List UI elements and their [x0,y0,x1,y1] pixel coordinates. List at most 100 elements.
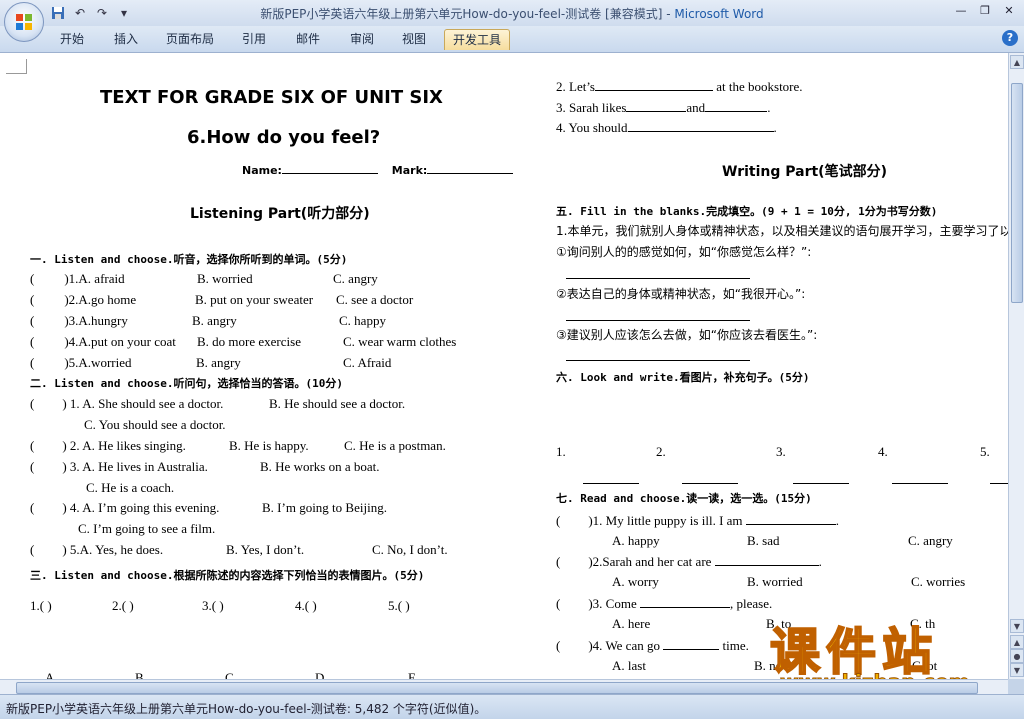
list-item: ()2.Sarah and her cat are . [556,554,822,569]
writing-part-title: Writing Part(笔试部分) [722,164,887,180]
tab-page-layout[interactable]: 页面布局 [158,29,222,49]
option-b: B. He works on a boat. [260,459,380,474]
option-b: B. worried [197,271,253,286]
option-c: C. angry [333,271,378,286]
tab-view[interactable]: 视图 [394,29,434,49]
section-5-intro: 1.本单元，我们就别人身体或精神状态，以及相关建议的语句展开学习，主要学习了以 [556,224,1008,238]
margin-corner-mark [6,59,27,74]
answer-line[interactable] [793,483,849,484]
name-label: Name: [242,164,282,177]
document-title: 新版PEP小学英语六年级上册第六单元How-do-you-feel-测试卷 [兼… [260,7,675,21]
list-item: ()5.A.worried [30,355,132,370]
option-b: B. do more exercise [197,334,301,349]
answer-line[interactable] [566,278,750,279]
tab-review[interactable]: 审阅 [342,29,382,49]
ribbon-tabs: 开始 插入 页面布局 引用 邮件 审阅 视图 开发工具 ? [0,26,1024,53]
window-title: 新版PEP小学英语六年级上册第六单元How-do-you-feel-测试卷 [兼… [0,5,1024,22]
doc-subheading: 6.How do you feel? [187,127,381,148]
answer-slot[interactable]: 2.( ) [112,598,134,614]
option-c: C. wear warm clothes [343,334,457,349]
document-page[interactable]: TEXT FOR GRADE SIX OF UNIT SIX 6.How do … [0,53,1008,679]
browse-object-icon[interactable]: ● [1010,649,1024,663]
picture-number: 2. [656,444,666,459]
list-item: ()1. My little puppy is ill. I am . [556,513,840,528]
list-item: ()4.A.put on your coat [30,334,176,349]
section-1-title: 一. Listen and choose.听音，选择你所听到的单词。(5分) [30,253,348,266]
answer-line[interactable] [566,360,750,361]
title-bar: ↶ ↷ ▾ 新版PEP小学英语六年级上册第六单元How-do-you-feel-… [0,0,1024,26]
app-name: Microsoft Word [674,7,764,21]
list-item: () 1. A. She should see a doctor. [30,396,224,411]
office-button[interactable] [4,2,44,42]
option-a: A. worry [612,574,659,589]
close-icon[interactable]: ✕ [998,1,1020,19]
office-logo-icon [16,14,32,30]
answer-slot[interactable]: 1.( ) [30,598,52,614]
list-item: ()3.A.hungry [30,313,128,328]
listening-part-title: Listening Part(听力部分) [190,206,370,222]
option-a: A. happy [612,533,660,548]
answer-line[interactable] [990,483,1008,484]
vertical-scrollbar[interactable]: ▲ ▼ ▲ ● ▼ [1008,53,1024,679]
scroll-thumb[interactable] [1011,83,1023,303]
picture-label: A [45,670,55,679]
hscroll-thumb[interactable] [16,682,978,694]
watermark-url: www.kjzhan.com [780,670,971,680]
option-c: C. He is a postman. [344,438,446,453]
picture-label: C [225,670,234,679]
watermark: 课件站 www.kjzhan.com [769,612,1008,680]
list-item: () 2. A. He likes singing. [30,438,186,453]
option-b: B. angry [192,313,237,328]
picture-label: E [408,670,416,679]
section-5-q2: ②表达自己的身体或精神状态，如“我很开心。”: [556,287,806,301]
section-2-title: 二. Listen and choose.听问句，选择恰当的答语。(10分) [30,377,343,390]
option-b: B. sad [747,533,780,548]
option-a: A. last [612,658,646,673]
option-c: C. worries [911,574,966,589]
answer-slot[interactable]: 4.( ) [295,598,317,614]
scroll-up-icon[interactable]: ▲ [1010,55,1024,69]
tab-developer[interactable]: 开发工具 [444,29,511,50]
answer-line[interactable] [682,483,738,484]
list-item: ()3. Come , please. [556,596,773,611]
minimize-icon[interactable]: — [950,1,972,19]
option-a: A. here [612,616,651,631]
prev-page-icon[interactable]: ▲ [1010,635,1024,649]
answer-slot[interactable]: 5.( ) [388,598,410,614]
picture-number: 3. [776,444,786,459]
status-bar: 新版PEP小学英语六年级上册第六单元How-do-you-feel-测试卷: 5… [0,694,1024,719]
section-6-title: 六. Look and write.看图片，补充句子。(5分) [556,371,810,384]
list-item: () 3. A. He lives in Australia. [30,459,208,474]
name-mark-line: Name: Mark: [242,161,514,177]
option-c: C. see a doctor [336,292,414,307]
option-b: B. Yes, I don’t. [226,542,305,557]
picture-number: 4. [878,444,888,459]
horizontal-scrollbar[interactable] [0,679,1008,695]
fill-item-2: 2. Let’s at the bookstore. [556,79,803,94]
option-b: B. angry [196,355,241,370]
tab-mailings[interactable]: 邮件 [288,29,328,49]
restore-icon[interactable]: ❐ [974,1,996,19]
answer-line[interactable] [892,483,948,484]
tab-insert[interactable]: 插入 [106,29,146,49]
option-c: C. You should see a doctor. [84,417,226,432]
section-5-q1: ①询问别人的的感觉如何，如“你感觉怎么样？”: [556,245,812,259]
list-item: () 4. A. I’m going this evening. [30,500,220,515]
picture-number: 5. [980,444,990,459]
answer-slot[interactable]: 3.( ) [202,598,224,614]
status-text: 新版PEP小学英语六年级上册第六单元How-do-you-feel-测试卷: 5… [6,702,487,716]
answer-line[interactable] [566,320,750,321]
answer-line[interactable] [583,483,639,484]
scroll-down-icon[interactable]: ▼ [1010,619,1024,633]
tab-home[interactable]: 开始 [52,29,92,49]
fill-item-4: 4. You should. [556,120,777,135]
section-7-title: 七. Read and choose.读一读，选一选。(15分) [556,492,812,505]
tab-references[interactable]: 引用 [234,29,274,49]
watermark-cn: 课件站 [769,622,938,679]
list-item: ()2.A.go home [30,292,137,307]
next-page-icon[interactable]: ▼ [1010,663,1024,677]
picture-label: B [135,670,144,679]
help-icon[interactable]: ? [1002,30,1018,46]
list-item: ()1.A. afraid [30,271,125,286]
option-b: B. He is happy. [229,438,309,453]
